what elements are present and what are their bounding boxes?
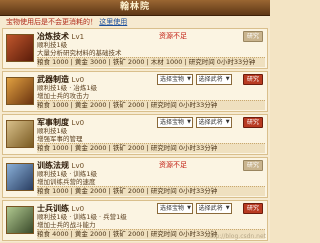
chevron-down-icon: ▼ [225, 205, 230, 211]
tech-level: Lv0 [71, 119, 85, 127]
watermark: http://blog.csdn.net [206, 233, 266, 240]
research-row-weapons: 武器制造 Lv0 选择宝物 ▼ 选择武将 ▼ 研究 顺利技1级 · 冶炼1级 增加士… [2, 71, 268, 112]
tech-requirement: 顺利技1级 [37, 127, 68, 135]
cavalry-icon [6, 206, 34, 234]
tech-name: 冶炼技术 [37, 32, 69, 41]
treasure-select[interactable]: 选择宝物 ▼ [157, 74, 194, 85]
chevron-down-icon: ▼ [225, 76, 230, 82]
hanlin-academy-window: 翰林院 宝物使用后是不会更消耗的！ 这里使用 冶炼技术 Lv1 资源不足 研究 … [0, 0, 270, 242]
tech-level: Lv0 [71, 205, 85, 213]
treasure-select[interactable]: 选择宝物 ▼ [157, 117, 194, 128]
hint-text: 宝物使用后是不会更消耗的！ [6, 18, 97, 26]
general-select[interactable]: 选择武将 ▼ [195, 203, 232, 214]
tech-cost: 粮食 1000 | 黄金 3000 | 铁矿 2000 | 木材 1000 | … [37, 57, 265, 67]
window-title: 翰林院 [0, 0, 270, 16]
tech-requirement: 顺利技1级 · 冶炼1级 [37, 84, 97, 92]
research-row-smelting: 冶炼技术 Lv1 资源不足 研究 顺利技1级 大量分析研究材料的基础技术 粮食 … [2, 28, 268, 69]
research-button[interactable]: 研究 [243, 160, 263, 171]
tech-name: 军事制度 [37, 118, 69, 127]
chevron-down-icon: ▼ [187, 205, 192, 211]
research-button[interactable]: 研究 [243, 74, 263, 85]
tech-name: 士兵训练 [37, 204, 69, 213]
tech-description: 大量分析研究材料的基础技术 [37, 49, 122, 57]
tech-level: Lv0 [71, 76, 85, 84]
hint-link[interactable]: 这里使用 [99, 18, 127, 26]
tech-requirement: 顺利技1级 · 训练1级 · 兵营1级 [37, 213, 127, 221]
tech-cost: 粮食 1000 | 黄金 2000 | 铁矿 2000 | 研究时间 0小时33… [37, 100, 265, 110]
chevron-down-icon: ▼ [187, 76, 192, 82]
tech-level: Lv1 [71, 33, 85, 41]
tech-description: 增加士兵的攻击力 [37, 92, 89, 100]
research-button[interactable]: 研究 [243, 203, 263, 214]
research-button[interactable]: 研究 [243, 117, 263, 128]
tech-description: 增加士兵的战斗能力 [37, 221, 96, 229]
chevron-down-icon: ▼ [187, 119, 192, 125]
weapon-forge-icon [6, 77, 34, 105]
general-select[interactable]: 选择武将 ▼ [195, 117, 232, 128]
research-list: 冶炼技术 Lv1 资源不足 研究 顺利技1级 大量分析研究材料的基础技术 粮食 … [2, 28, 268, 243]
tech-cost: 粮食 1000 | 黄金 2000 | 铁矿 2000 | 研究时间 0小时33… [37, 186, 265, 196]
research-row-training-rules: 训练法规 Lv0 资源不足 研究 顺利技1级 · 训练1级 增加训练兵营的速度 … [2, 157, 268, 198]
research-button[interactable]: 研究 [243, 31, 263, 42]
tech-name: 武器制造 [37, 75, 69, 84]
general-select[interactable]: 选择武将 ▼ [195, 74, 232, 85]
tech-requirement: 顺利技1级 · 训练1级 [37, 170, 97, 178]
treasure-select[interactable]: 选择宝物 ▼ [157, 203, 194, 214]
tech-description: 增强军事的管理 [37, 135, 83, 143]
tech-name: 训练法规 [37, 161, 69, 170]
soldier-icon [6, 163, 34, 191]
treasure-hint: 宝物使用后是不会更消耗的！ 这里使用 [0, 16, 270, 28]
research-row-military: 军事制度 Lv0 选择宝物 ▼ 选择武将 ▼ 研究 顺利技1级 增强军事的管理 粮食… [2, 114, 268, 155]
tech-description: 增加训练兵营的速度 [37, 178, 96, 186]
tech-cost: 粮食 1000 | 黄金 2000 | 铁矿 2000 | 研究时间 0小时33… [37, 143, 265, 153]
tech-requirement: 顺利技1级 [37, 41, 68, 49]
chevron-down-icon: ▼ [225, 119, 230, 125]
crossed-swords-icon [6, 120, 34, 148]
tech-level: Lv0 [71, 162, 85, 170]
smelting-tech-icon [6, 34, 34, 62]
status-text: 资源不足 [159, 32, 187, 40]
status-text: 资源不足 [159, 161, 187, 169]
